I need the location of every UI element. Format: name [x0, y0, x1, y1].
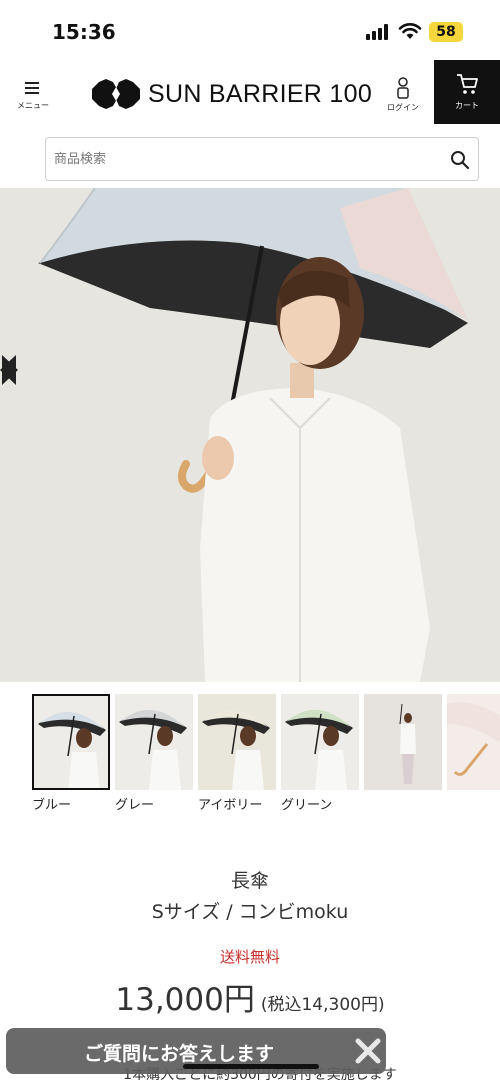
close-icon[interactable] — [354, 1037, 382, 1065]
site-header: メニュー SUN BARRIER 100 ログイン — [0, 62, 500, 124]
brand-name: SUN BARRIER 100 — [148, 80, 373, 108]
umbrella-photo — [0, 188, 500, 682]
home-indicator — [183, 1064, 319, 1069]
product-main-image[interactable] — [0, 188, 500, 682]
product-price-tax: (税込14,300円) — [260, 995, 385, 1015]
cart-icon — [457, 74, 478, 94]
price-row: 13,000円 (税込14,300円) — [0, 974, 500, 1019]
product-name: Sサイズ / コンビmoku — [151, 901, 349, 923]
menu-button[interactable]: メニュー — [12, 62, 54, 120]
free-shipping-badge: 送料無料 — [219, 948, 280, 966]
thumbnail-ivory[interactable]: アイボリー — [198, 694, 276, 813]
thumbnail-full-body[interactable] — [364, 694, 442, 790]
battery-icon: 58 — [429, 22, 463, 42]
thumbnail-image — [198, 694, 276, 790]
search-input[interactable] — [54, 138, 434, 180]
thumbnail-label-grey: グレー — [115, 798, 155, 813]
cellular-signal-icon — [366, 24, 390, 40]
next-image-arrow-icon[interactable] — [0, 355, 18, 385]
product-category: 長傘 — [230, 870, 269, 892]
wifi-icon — [398, 23, 422, 39]
thumbnail-image — [281, 694, 359, 790]
search-box — [45, 137, 479, 181]
login-button[interactable]: ログイン — [384, 74, 422, 122]
thumbnail-label-ivory: アイボリー — [198, 798, 263, 813]
cart-label: カート — [455, 101, 479, 110]
thumbnail-image — [32, 694, 110, 790]
hamburger-icon — [25, 82, 39, 94]
thumbnail-strip: ブルー グレー アイボリー グリーン — [0, 694, 500, 824]
brand-logo[interactable]: SUN BARRIER 100 — [90, 78, 373, 112]
brand-logo-mark-icon — [92, 79, 140, 109]
thumbnail-closeup[interactable] — [447, 694, 500, 790]
menu-label: メニュー — [17, 101, 49, 110]
search-icon[interactable] — [450, 150, 470, 170]
thumbnail-image — [115, 694, 193, 790]
thumbnail-label-blue: ブルー — [32, 798, 72, 813]
thumbnail-blue[interactable]: ブルー — [32, 694, 110, 813]
status-time: 15:36 — [52, 20, 116, 44]
status-bar: 15:36 58 — [0, 0, 500, 62]
thumbnail-green[interactable]: グリーン — [281, 694, 359, 813]
chat-label: ご質問にお答えします — [84, 1043, 275, 1065]
thumbnail-grey[interactable]: グレー — [115, 694, 193, 813]
thumbnail-image — [447, 694, 500, 790]
product-price: 13,000円 — [115, 982, 255, 1018]
cart-button[interactable]: カート — [434, 60, 500, 124]
user-icon — [397, 77, 409, 99]
thumbnail-label-green: グリーン — [281, 798, 333, 813]
thumbnail-image — [364, 694, 442, 790]
login-label: ログイン — [387, 103, 419, 112]
